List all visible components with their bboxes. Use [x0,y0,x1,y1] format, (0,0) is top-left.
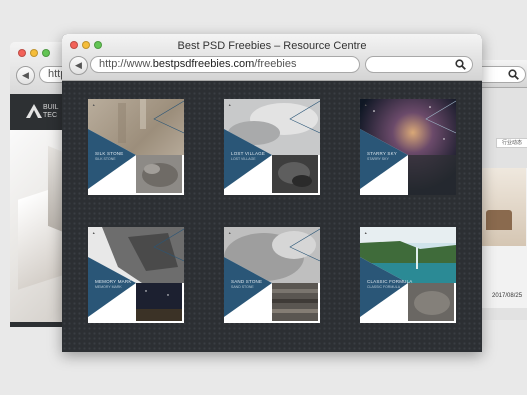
gallery-card-memory-mark[interactable]: ▲ MEMORY MARK MEMORY MARK [88,227,184,323]
search-icon [508,69,519,80]
background-browser-window-right: 行业动态 2017/08/25 [478,60,527,320]
freebies-gallery: ▲ SILK STONE SILK STONE ▲ LOST VILLAGE L… [62,81,482,352]
triangle-logo-icon [26,104,42,118]
card-title: LOST VILLAGE [231,151,266,156]
card-subtitle: SILK STONE [95,157,116,161]
url-prefix: http://www. [99,58,153,70]
card-logo: ▲ [364,231,368,235]
search-field[interactable] [478,66,526,83]
gallery-card-starry-sky[interactable]: ▲ STARRY SKY STARRY SKY [360,99,456,195]
card-logo: ▲ [228,103,232,107]
rock-photo [272,155,318,193]
interior-photo [482,168,526,246]
card-logo: ▲ [364,103,368,107]
card-logo: ▲ [228,231,232,235]
rock-photo [136,155,182,193]
search-icon [455,59,466,70]
card-subtitle: STARRY SKY [367,157,389,161]
gallery-card-silk-stone[interactable]: ▲ SILK STONE SILK STONE [88,99,184,195]
back-button[interactable]: ◀ [16,66,35,85]
card-title: STARRY SKY [367,151,398,156]
rock-photo [408,283,454,321]
layered-rock-photo [272,283,318,321]
card-logo: ▲ [92,231,96,235]
card-subtitle: LOST VILLAGE [231,157,256,161]
window-title: Best PSD Freebies – Resource Centre [177,40,367,52]
window-controls [18,49,50,57]
brand-name: BUIL TEC [43,104,59,119]
back-arrow-icon: ◀ [75,60,82,70]
design-overlay [360,100,456,195]
url-path: /freebies [254,58,297,70]
zoom-window-button[interactable] [42,49,50,57]
card-subtitle: CLASSIC FORMULA [367,285,401,289]
back-arrow-icon: ◀ [22,70,29,80]
close-window-button[interactable] [18,49,26,57]
card-logo: ▲ [92,103,96,107]
card-title: MEMORY MARK [95,279,132,284]
browser-window-main: Best PSD Freebies – Resource Centre ◀ ht… [62,34,482,352]
card-subtitle: SAND STONE [231,285,254,289]
card-title: SAND STONE [231,279,263,284]
sofa-shape [486,210,512,230]
news-date: 2017/08/25 [492,293,523,299]
gallery-card-classic-formula[interactable]: ▲ CLASSIC FORMULA CLASSIC FORMULA [360,227,456,323]
window-titlebar [478,60,527,88]
card-title: SILK STONE [95,151,124,156]
window-titlebar: Best PSD Freebies – Resource Centre ◀ ht… [62,34,482,81]
search-field[interactable] [365,56,473,73]
address-bar[interactable]: http://www.bestpsdfreebies.com/freebies [90,56,360,73]
minimize-window-button[interactable] [30,49,38,57]
url-domain: bestpsdfreebies.com [152,58,255,70]
card-subtitle: MEMORY MARK [95,285,122,289]
gallery-card-lost-village[interactable]: ▲ LOST VILLAGE LOST VILLAGE [224,99,320,195]
back-button[interactable]: ◀ [69,56,88,75]
card-title: CLASSIC FORMULA [367,279,413,284]
night-sky-photo [136,283,182,321]
gallery-card-sand-stone[interactable]: ▲ SAND STONE SAND STONE [224,227,320,323]
news-tag[interactable]: 行业动态 [496,138,527,148]
